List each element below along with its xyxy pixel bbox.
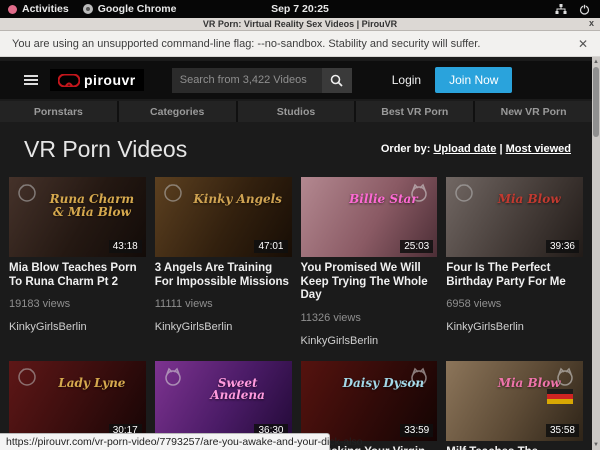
studio-watermark-icon bbox=[161, 181, 185, 205]
thumbnail-overlay-text: Sweet Analena bbox=[190, 377, 286, 402]
window-close-icon[interactable]: x bbox=[589, 18, 594, 28]
video-card: Billie Star 25:03 You Promised We Will K… bbox=[301, 177, 438, 347]
german-flag-icon bbox=[547, 389, 573, 404]
video-card: Mia Blow 35:58 Milf Teaches The Teacher … bbox=[446, 361, 583, 450]
thumbnail-overlay-text: Daisy Dyson bbox=[336, 377, 432, 390]
scrollbar-up-icon[interactable]: ▲ bbox=[592, 57, 600, 67]
window-title-bar: VR Porn: Virtual Reality Sex Videos | Pi… bbox=[0, 18, 600, 31]
thumbnail-overlay-text: Mia Blow bbox=[481, 377, 577, 390]
video-title[interactable]: Milf Teaches The Teacher Some Practical … bbox=[446, 446, 583, 450]
video-thumbnail[interactable]: Sweet Analena 36:30 bbox=[155, 361, 292, 441]
duration-badge: 25:03 bbox=[400, 240, 433, 253]
thumbnail-overlay-text: Billie Star bbox=[336, 193, 432, 206]
video-views: 11111 views bbox=[155, 298, 292, 310]
system-bar: Activities Google Chrome Sep 7 20:25 bbox=[0, 0, 600, 18]
thumbnail-overlay-text: Runa Charm & Mia Blow bbox=[44, 193, 140, 218]
scrollbar-thumb[interactable] bbox=[593, 67, 599, 137]
page-title: VR Porn Videos bbox=[24, 136, 187, 163]
login-link[interactable]: Login bbox=[392, 73, 421, 87]
activities-icon bbox=[8, 5, 17, 14]
nav-item-studios[interactable]: Studios bbox=[238, 101, 355, 122]
thumbnail-overlay-text: Lady Lyne bbox=[44, 377, 140, 390]
duration-badge: 33:59 bbox=[400, 424, 433, 437]
studio-watermark-icon bbox=[553, 365, 577, 389]
video-views: 11326 views bbox=[301, 312, 438, 324]
thumbnail-overlay-text: Kinky Angels bbox=[190, 193, 286, 206]
studio-link[interactable]: KinkyGirlsBerlin bbox=[301, 335, 438, 347]
video-card: Mia Blow 39:36 Four Is The Perfect Birth… bbox=[446, 177, 583, 347]
video-thumbnail[interactable]: Daisy Dyson 33:59 bbox=[301, 361, 438, 441]
site-logo[interactable]: pirouvr bbox=[50, 69, 144, 91]
site-header: pirouvr Login Join Now bbox=[0, 61, 592, 99]
activities-button[interactable]: Activities bbox=[8, 3, 69, 15]
duration-badge: 39:36 bbox=[546, 240, 579, 253]
video-card: Runa Charm & Mia Blow 43:18 Mia Blow Tea… bbox=[9, 177, 146, 347]
power-icon[interactable] bbox=[579, 4, 590, 15]
scrollbar[interactable]: ▲ ▼ bbox=[592, 57, 600, 450]
studio-watermark-icon bbox=[15, 181, 39, 205]
video-title[interactable]: 3 Angels Are Training For Impossible Mis… bbox=[155, 262, 292, 289]
browser-viewport: pirouvr Login Join Now Pornstars Categor… bbox=[0, 57, 600, 450]
nav-item-categories[interactable]: Categories bbox=[119, 101, 236, 122]
studio-watermark-icon bbox=[407, 365, 431, 389]
order-by: Order by: Upload date | Most viewed bbox=[381, 143, 571, 155]
status-url-tooltip: https://pirouvr.com/vr-porn-video/779325… bbox=[0, 433, 330, 450]
order-separator: | bbox=[499, 143, 502, 155]
search-input[interactable] bbox=[172, 68, 322, 93]
video-title[interactable]: Mia Blow Teaches Porn To Runa Charm Pt 2 bbox=[9, 262, 146, 289]
scrollbar-down-icon[interactable]: ▼ bbox=[592, 440, 600, 450]
video-thumbnail[interactable]: Lady Lyne 30:17 bbox=[9, 361, 146, 441]
video-thumbnail[interactable]: Mia Blow 39:36 bbox=[446, 177, 583, 257]
search-button[interactable] bbox=[322, 68, 352, 93]
app-menu-button[interactable]: Google Chrome bbox=[83, 3, 177, 15]
video-views: 19183 views bbox=[9, 298, 146, 310]
video-thumbnail[interactable]: Billie Star 25:03 bbox=[301, 177, 438, 257]
duration-badge: 47:01 bbox=[254, 240, 287, 253]
app-menu-label: Google Chrome bbox=[98, 3, 177, 15]
logo-text: pirouvr bbox=[84, 72, 136, 88]
window-title: VR Porn: Virtual Reality Sex Videos | Pi… bbox=[203, 19, 397, 29]
video-title[interactable]: Four Is The Perfect Birthday Party For M… bbox=[446, 262, 583, 289]
nav-item-pornstars[interactable]: Pornstars bbox=[0, 101, 117, 122]
order-upload-date-link[interactable]: Upload date bbox=[433, 143, 496, 155]
studio-link[interactable]: KinkyGirlsBerlin bbox=[155, 321, 292, 333]
vr-goggles-icon bbox=[58, 74, 80, 87]
chrome-icon bbox=[83, 4, 93, 14]
studio-watermark-icon bbox=[407, 181, 431, 205]
order-most-viewed-link[interactable]: Most viewed bbox=[506, 143, 571, 155]
studio-link[interactable]: KinkyGirlsBerlin bbox=[446, 321, 583, 333]
infobar-message: You are using an unsupported command-lin… bbox=[12, 38, 480, 50]
chrome-infobar: You are using an unsupported command-lin… bbox=[0, 31, 600, 57]
duration-badge: 43:18 bbox=[109, 240, 142, 253]
activities-label: Activities bbox=[22, 3, 69, 15]
nav-item-best-vr[interactable]: Best VR Porn bbox=[356, 101, 473, 122]
main-nav: Pornstars Categories Studios Best VR Por… bbox=[0, 101, 592, 122]
video-thumbnail[interactable]: Mia Blow 35:58 bbox=[446, 361, 583, 441]
video-thumbnail[interactable]: Kinky Angels 47:01 bbox=[155, 177, 292, 257]
join-now-button[interactable]: Join Now bbox=[435, 67, 512, 93]
network-icon[interactable] bbox=[555, 4, 567, 15]
video-card: Kinky Angels 47:01 3 Angels Are Training… bbox=[155, 177, 292, 347]
video-thumbnail[interactable]: Runa Charm & Mia Blow 43:18 bbox=[9, 177, 146, 257]
hamburger-menu-icon[interactable] bbox=[24, 73, 38, 87]
studio-watermark-icon bbox=[161, 365, 185, 389]
studio-watermark-icon bbox=[15, 365, 39, 389]
nav-item-new-vr[interactable]: New VR Porn bbox=[475, 101, 592, 122]
video-views: 6958 views bbox=[446, 298, 583, 310]
thumbnail-overlay-text: Mia Blow bbox=[481, 193, 577, 206]
order-by-label: Order by: bbox=[381, 143, 431, 155]
studio-link[interactable]: KinkyGirlsBerlin bbox=[9, 321, 146, 333]
search-icon bbox=[330, 74, 343, 87]
video-grid: Runa Charm & Mia Blow 43:18 Mia Blow Tea… bbox=[9, 177, 583, 450]
video-title[interactable]: You Promised We Will Keep Trying The Who… bbox=[301, 262, 438, 303]
duration-badge: 35:58 bbox=[546, 424, 579, 437]
infobar-close-icon[interactable]: ✕ bbox=[578, 37, 588, 51]
studio-watermark-icon bbox=[452, 181, 476, 205]
